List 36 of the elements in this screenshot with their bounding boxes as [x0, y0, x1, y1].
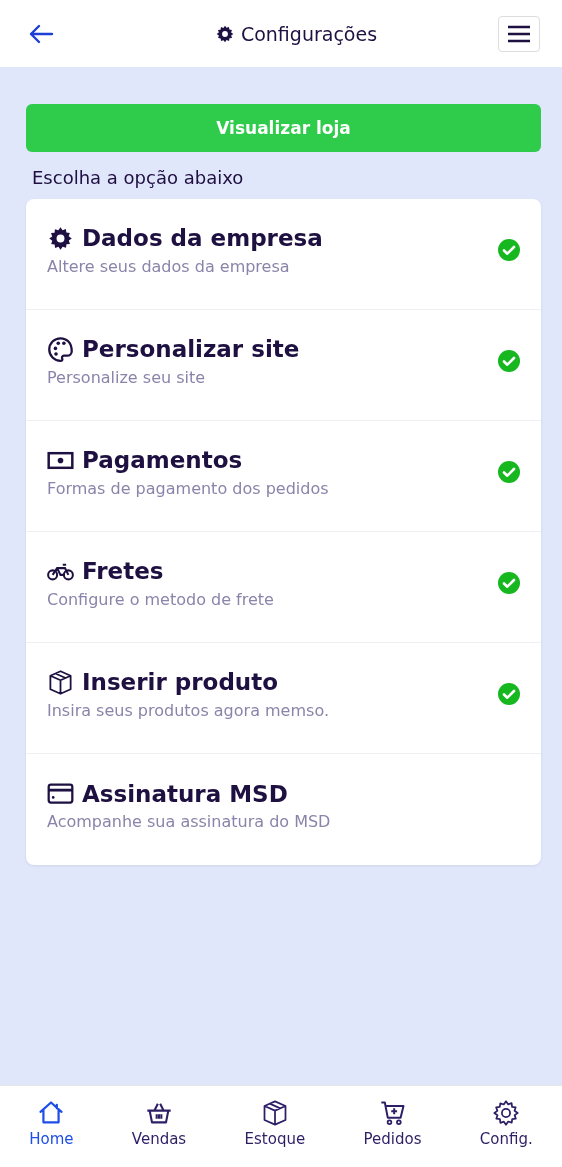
- option-title: Personalizar site: [82, 336, 300, 362]
- cart-icon: [378, 1099, 407, 1127]
- option-title: Dados da empresa: [82, 225, 323, 251]
- gear-icon: [47, 224, 74, 252]
- nav-tab[interactable]: Vendas: [131, 1099, 187, 1148]
- option-title: Pagamentos: [82, 447, 243, 473]
- settings-icon: [492, 1099, 521, 1127]
- option-description: Personalize seu site: [47, 367, 207, 387]
- back-button[interactable]: [28, 22, 54, 45]
- option-description: Acompanhe sua assinatura do MSD: [47, 812, 331, 831]
- nav-tab[interactable]: Estoque: [244, 1099, 306, 1148]
- nav-tab[interactable]: Config.: [479, 1099, 533, 1148]
- option-item[interactable]: Inserir produto Insira seus produtos agora memso.: [26, 643, 541, 754]
- option-item[interactable]: Fretes Configure o metodo de frete: [26, 532, 541, 643]
- menu-button[interactable]: [498, 15, 540, 52]
- option-item[interactable]: Assinatura MSD Acompanhe sua assinatura do MSD: [26, 754, 541, 865]
- option-description: Formas de pagamento dos pedidos: [47, 478, 329, 498]
- option-item[interactable]: Dados da empresa Altere seus dados da empresa: [26, 199, 541, 310]
- nav-tab[interactable]: Home: [29, 1099, 74, 1148]
- nav-tab[interactable]: Pedidos: [363, 1099, 422, 1148]
- option-description: Configure o metodo de frete: [47, 589, 274, 609]
- option-item[interactable]: Personalizar site Personalize seu site: [26, 310, 541, 421]
- option-description: Altere seus dados da empresa: [47, 256, 291, 276]
- box-icon: [47, 668, 74, 696]
- option-description: Insira seus produtos agora memso.: [47, 700, 329, 720]
- option-title: Inserir produto: [82, 669, 279, 695]
- page-title: Configurações: [240, 22, 378, 45]
- palette-icon: [47, 335, 74, 363]
- gear-icon: [214, 23, 235, 44]
- section-label: Escolha a opção abaixo: [32, 167, 245, 188]
- option-title: Assinatura MSD: [82, 780, 288, 807]
- option-item[interactable]: Pagamentos Formas de pagamento dos pedidos: [26, 421, 541, 532]
- menu-icon: [507, 23, 531, 44]
- option-title: Fretes: [82, 558, 164, 584]
- back-arrow-icon: [28, 22, 54, 45]
- credit-card-icon: [47, 780, 74, 807]
